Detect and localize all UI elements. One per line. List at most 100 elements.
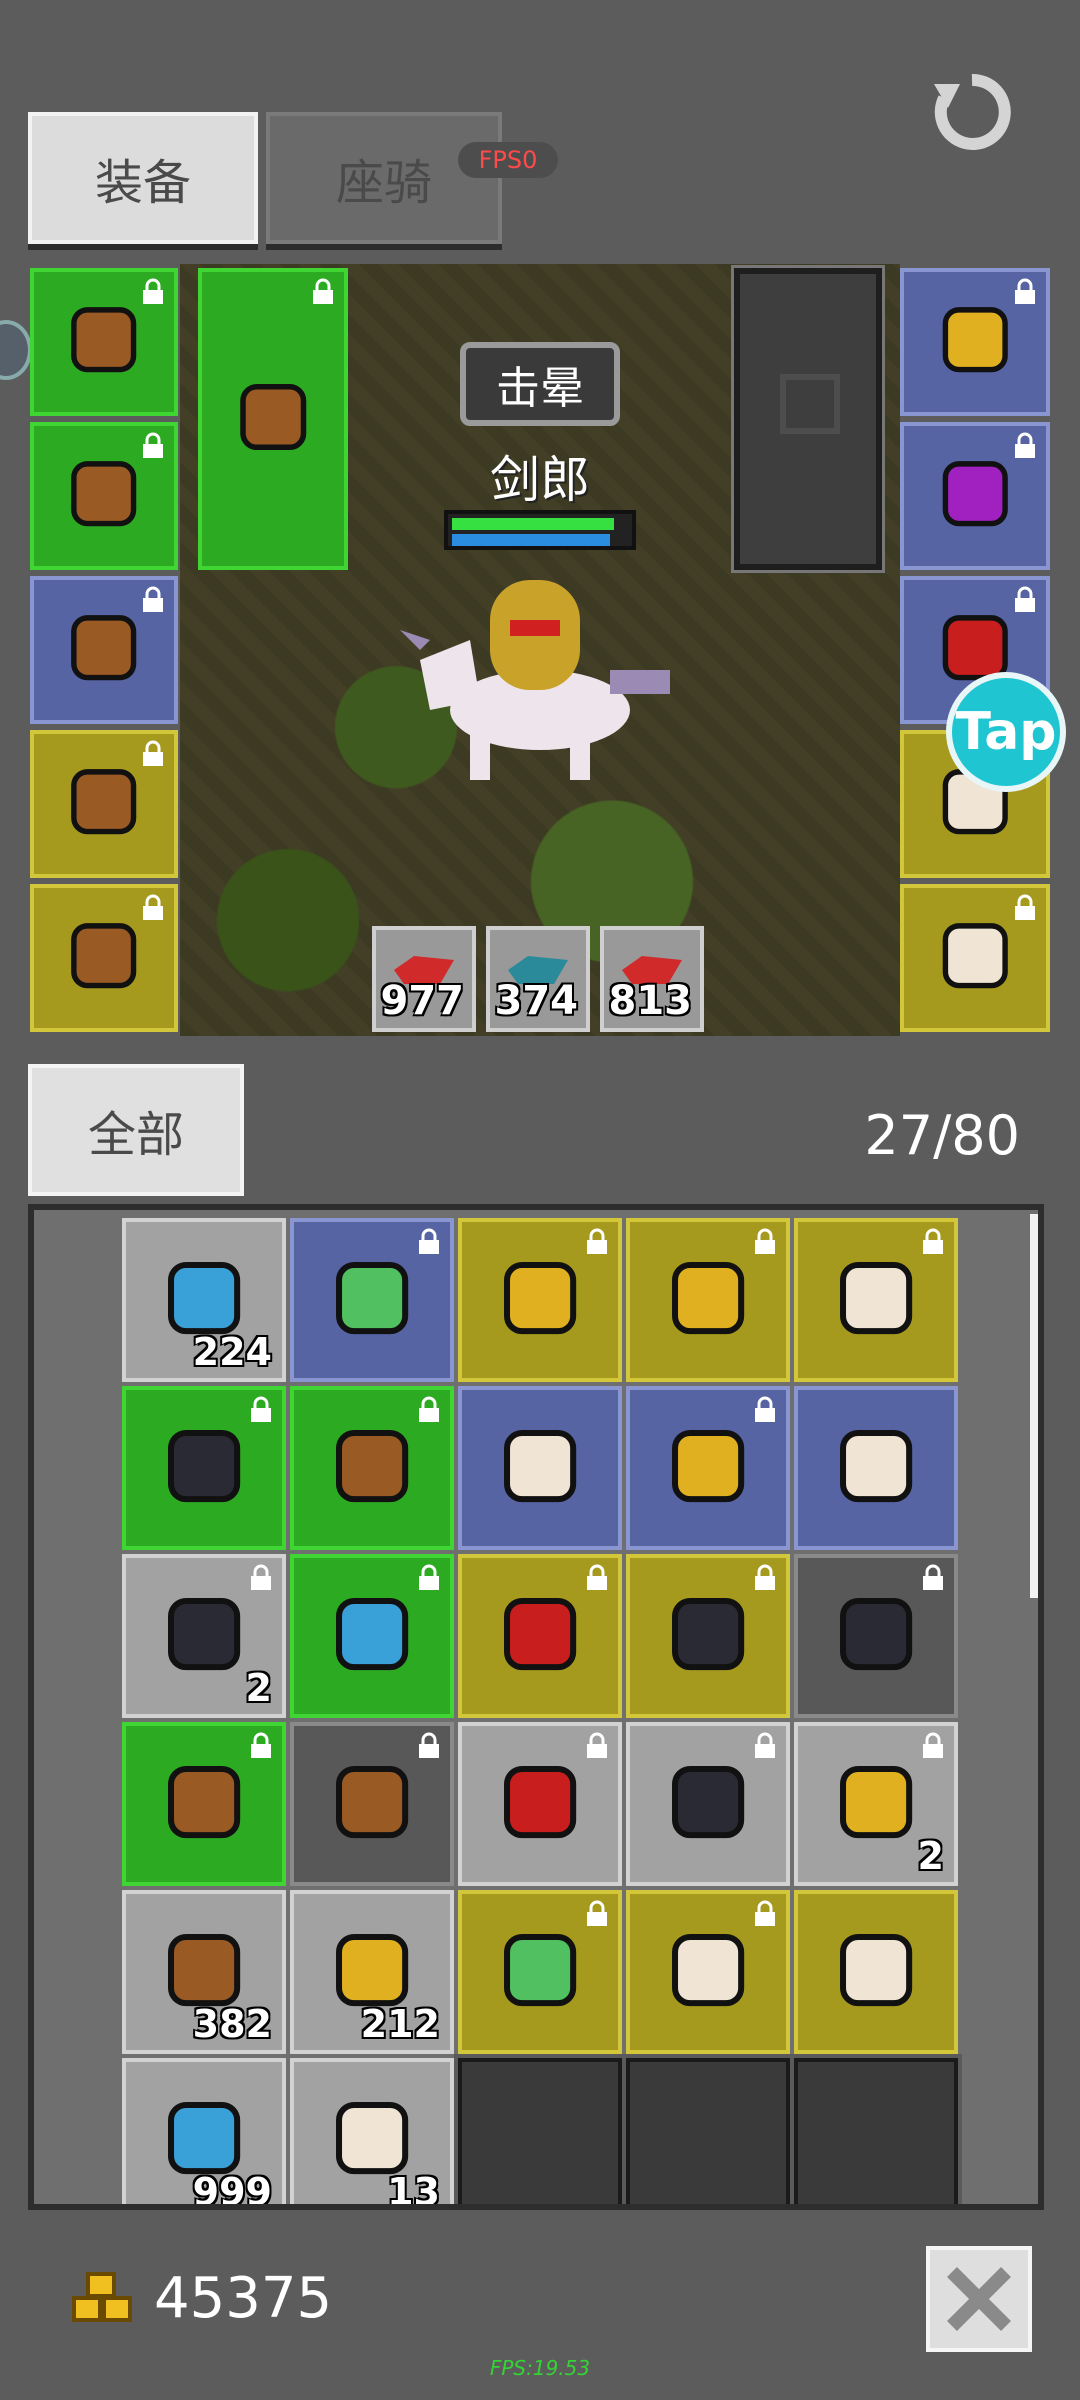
- item-slot[interactable]: [30, 268, 178, 416]
- item-slot[interactable]: [626, 1554, 790, 1718]
- item-slot[interactable]: [900, 268, 1050, 416]
- item-slot[interactable]: [290, 1218, 454, 1382]
- item-slot[interactable]: 224: [122, 1218, 286, 1382]
- item-slot[interactable]: 999: [122, 2058, 286, 2210]
- item-qty: 382: [192, 2002, 272, 2046]
- item-slot[interactable]: [458, 1218, 622, 1382]
- cat-card-icon: [831, 1253, 921, 1347]
- frog-card-icon: [495, 1925, 585, 2019]
- tab-equipment-label: 装备: [94, 155, 191, 211]
- emerald-ring-icon: [327, 1253, 417, 1347]
- item-slot[interactable]: 2: [794, 1722, 958, 1886]
- item-qty: 224: [192, 1330, 272, 1374]
- item-slot[interactable]: 382: [122, 1890, 286, 2054]
- inventory-count: 27/80: [864, 1104, 1020, 1167]
- close-icon: [947, 2267, 1011, 2331]
- item-slot[interactable]: [458, 1386, 622, 1550]
- item-slot[interactable]: [290, 1722, 454, 1886]
- item-slot[interactable]: [626, 1218, 790, 1382]
- egg-icon: [495, 1421, 585, 1515]
- item-slot[interactable]: [458, 1890, 622, 2054]
- purple-ring-icon: [934, 453, 1017, 538]
- yellow-gem-icon: [831, 1757, 921, 1851]
- grey-gem-icon: [663, 1757, 753, 1851]
- item-qty: 13: [387, 2170, 440, 2210]
- filter-all-button[interactable]: 全部: [28, 1064, 244, 1196]
- tab-equipment[interactable]: 装备: [28, 112, 258, 244]
- item-slot[interactable]: 2: [122, 1554, 286, 1718]
- tab-mount-label: 座骑: [335, 155, 432, 211]
- boots-icon: [63, 761, 144, 846]
- item-slot[interactable]: [900, 422, 1050, 570]
- resource-slot[interactable]: 977: [372, 926, 476, 1032]
- resource-slot[interactable]: 813: [600, 926, 704, 1032]
- fps-badge: FPS0: [458, 142, 558, 178]
- item-slot[interactable]: [30, 422, 178, 570]
- orange-egg-icon: [831, 1925, 921, 2019]
- dark-ore-icon: [159, 1589, 249, 1683]
- fox-card-icon: [934, 915, 1017, 1000]
- item-qty: 2: [917, 1834, 944, 1878]
- character-sprite[interactable]: [400, 560, 680, 800]
- empty-slot[interactable]: [622, 2054, 794, 2204]
- item-slot[interactable]: 13: [290, 2058, 454, 2210]
- helmet-icon: [63, 299, 144, 384]
- item-slot[interactable]: [290, 1386, 454, 1550]
- chest-armor-icon: [327, 1421, 417, 1515]
- refresh-icon[interactable]: [930, 70, 1014, 154]
- item-slot[interactable]: [30, 576, 178, 724]
- inventory-grid: 224 2 2 382 212 999 13: [28, 1204, 1044, 2210]
- item-slot[interactable]: [122, 1386, 286, 1550]
- blue-tunic-icon: [327, 1589, 417, 1683]
- item-slot[interactable]: [30, 730, 178, 878]
- item-slot[interactable]: [794, 1218, 958, 1382]
- tap-button[interactable]: Tap: [946, 672, 1066, 792]
- item-qty: 999: [192, 2170, 272, 2210]
- leather-armor-icon: [327, 1757, 417, 1851]
- empty-slot[interactable]: [454, 2054, 626, 2204]
- gauntlet-icon: [63, 607, 144, 692]
- horned-mount-icon: [831, 1589, 921, 1683]
- close-button[interactable]: [926, 2246, 1032, 2352]
- pickaxe-icon: [232, 334, 315, 504]
- item-slot[interactable]: [458, 1554, 622, 1718]
- belt-icon: [63, 915, 144, 1000]
- gold-coin-icon: [70, 2270, 134, 2326]
- inventory-scrollbar[interactable]: [1030, 1214, 1038, 1598]
- red-gem-icon: [495, 1757, 585, 1851]
- item-slot[interactable]: [458, 1722, 622, 1886]
- status-label: 击晕: [460, 342, 620, 426]
- item-slot[interactable]: [794, 1890, 958, 2054]
- stone-tablet: [731, 265, 885, 573]
- mp-fill: [452, 534, 611, 546]
- resource-qty: 977: [380, 978, 465, 1024]
- hp-fill: [452, 518, 614, 530]
- item-slot[interactable]: [900, 884, 1050, 1032]
- resource-qty: 813: [608, 978, 693, 1024]
- cat-card-icon: [663, 1925, 753, 2019]
- item-slot[interactable]: 212: [290, 1890, 454, 2054]
- item-slot[interactable]: [290, 1554, 454, 1718]
- gold-ring-icon: [495, 1253, 585, 1347]
- empty-slot[interactable]: [790, 2054, 962, 2204]
- item-slot[interactable]: [122, 1722, 286, 1886]
- item-slot[interactable]: [626, 1722, 790, 1886]
- item-slot[interactable]: [794, 1386, 958, 1550]
- necklace-icon: [934, 299, 1017, 384]
- character-name: 剑郎: [490, 451, 590, 509]
- item-slot[interactable]: [794, 1554, 958, 1718]
- resource-qty: 374: [494, 978, 579, 1024]
- item-slot[interactable]: [626, 1386, 790, 1550]
- tab-mount[interactable]: 座骑: [266, 112, 502, 244]
- item-slot[interactable]: [198, 268, 348, 570]
- health-bar: [444, 510, 636, 550]
- helmet-icon: [159, 1757, 249, 1851]
- resource-slot[interactable]: 374: [486, 926, 590, 1032]
- red-axe-icon: [495, 1589, 585, 1683]
- golden-shield-icon: [663, 1421, 753, 1515]
- side-handle[interactable]: [0, 320, 32, 380]
- item-slot[interactable]: [626, 1890, 790, 2054]
- item-slot[interactable]: [30, 884, 178, 1032]
- gold-amount: 45375: [154, 2266, 333, 2331]
- gold-necklace-icon: [663, 1253, 753, 1347]
